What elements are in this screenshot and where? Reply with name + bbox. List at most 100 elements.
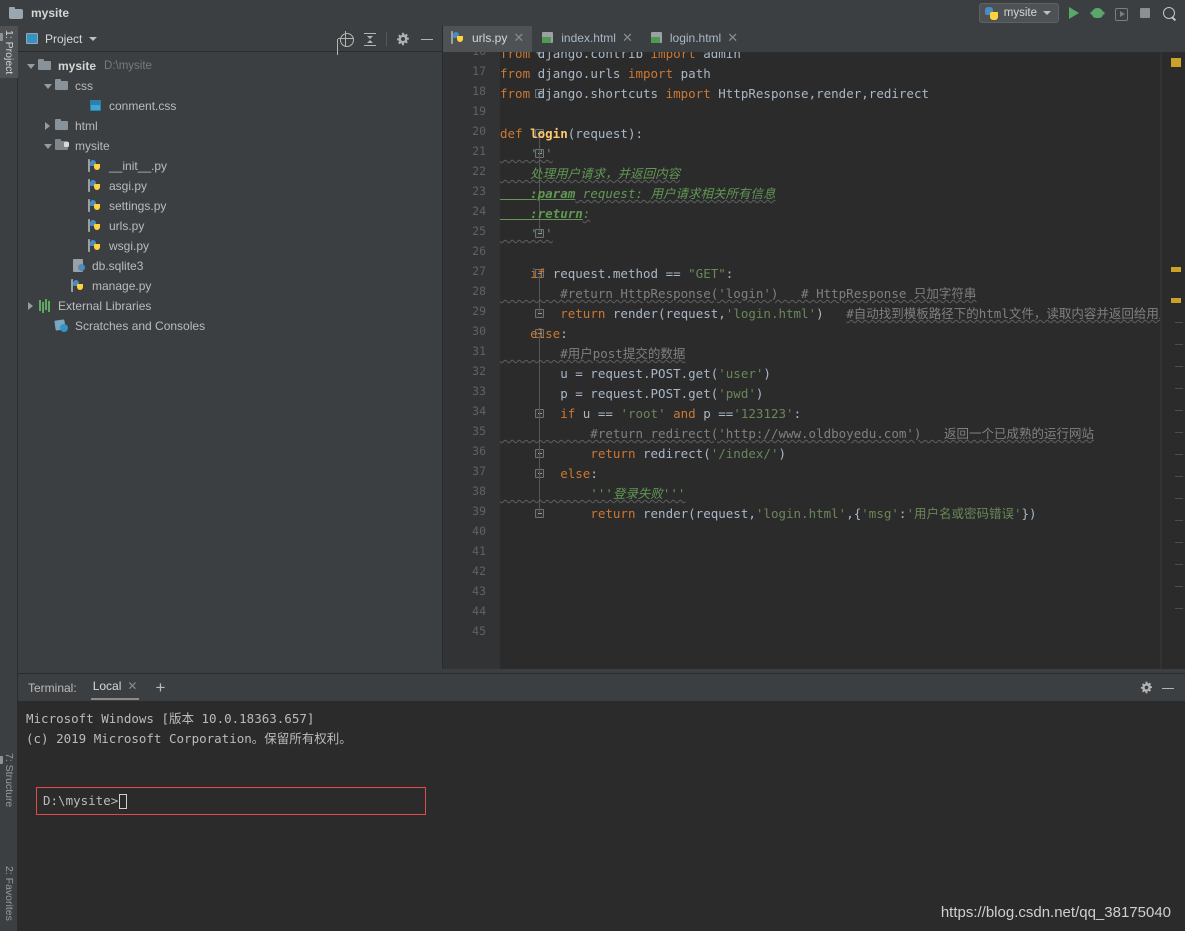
sidebar-tab-structure-label: 7: Structure — [3, 752, 15, 807]
marker-tick — [1175, 344, 1183, 345]
folder-icon — [37, 59, 53, 73]
chevron-down-icon[interactable] — [41, 84, 54, 89]
tree-item-css[interactable]: css — [18, 76, 442, 96]
code-token: login — [530, 126, 568, 141]
tree-item-mysite[interactable]: mysite D:\mysite — [18, 56, 442, 76]
code-token: #return HttpResponse('login') # HttpResp… — [500, 286, 977, 301]
code-folding-column[interactable] — [488, 52, 544, 673]
debug-button[interactable] — [1087, 3, 1107, 23]
editor-area: urls.py✕Hindex.html✕Hlogin.html✕ 1617181… — [443, 26, 1185, 673]
warning-marker[interactable] — [1171, 58, 1181, 67]
select-opened-file-button[interactable] — [335, 29, 357, 49]
editor-tab-label: login.html — [669, 31, 722, 45]
terminal-settings-button[interactable] — [1135, 678, 1157, 698]
chevron-down-icon[interactable] — [89, 36, 98, 41]
tree-item-manage-py[interactable]: manage.py — [18, 276, 442, 296]
terminal-toolbar — [1135, 678, 1185, 698]
code-token: "GET" — [688, 266, 726, 281]
tree-item-wsgi-py[interactable]: wsgi.py — [18, 236, 442, 256]
marker-tick — [1175, 322, 1183, 323]
python-file-icon — [88, 159, 104, 173]
tree-item-urls-py[interactable]: urls.py — [18, 216, 442, 236]
project-tool-window: Project mysite D:\mysite css conment.css htm… — [18, 26, 443, 673]
close-icon[interactable]: ✕ — [726, 31, 739, 44]
tree-item-mysite[interactable]: mysite — [18, 136, 442, 156]
code-content[interactable]: from django.contrib import admin from dja… — [500, 52, 1171, 673]
warning-marker[interactable] — [1171, 298, 1181, 303]
terminal-prompt-input[interactable]: D:\mysite> — [36, 787, 426, 815]
line-number: 45 — [472, 624, 486, 638]
chevron-down-icon[interactable] — [24, 64, 37, 69]
tree-item-db-sqlite3[interactable]: db.sqlite3 — [18, 256, 442, 276]
terminal-hide-button[interactable] — [1157, 678, 1179, 698]
code-token: 'root' — [620, 406, 674, 421]
line-number: 36 — [472, 444, 486, 458]
terminal-tab-local[interactable]: Local ✕ — [90, 675, 140, 700]
close-icon[interactable]: ✕ — [512, 31, 525, 44]
database-file-icon — [71, 259, 87, 273]
code-token: 'pwd' — [718, 386, 756, 401]
run-button[interactable] — [1063, 3, 1083, 23]
close-icon[interactable]: ✕ — [621, 31, 634, 44]
code-token: '/index/' — [710, 446, 779, 461]
code-line: return render(request,'login.html',{'msg… — [500, 504, 1036, 524]
warning-marker[interactable] — [1171, 267, 1181, 272]
terminal-output[interactable]: Microsoft Windows [版本 10.0.18363.657] (c… — [18, 701, 1185, 931]
editor-marker-bar[interactable] — [1161, 52, 1185, 673]
html-file-icon: H — [649, 31, 665, 45]
code-token: , — [808, 86, 817, 101]
line-number: 32 — [472, 364, 486, 378]
marker-tick — [1175, 366, 1183, 367]
hide-panel-button[interactable] — [416, 29, 438, 49]
stop-button[interactable] — [1135, 3, 1155, 23]
chevron-right-icon[interactable] — [41, 122, 54, 130]
run-configuration-selector[interactable]: mysite — [978, 3, 1059, 23]
sidebar-tab-structure[interactable]: 7: Structure — [0, 749, 18, 811]
chevron-right-icon[interactable] — [24, 302, 37, 310]
tree-item-label: html — [75, 119, 98, 133]
code-token: ''' — [500, 146, 553, 161]
code-token: , — [718, 306, 726, 321]
code-token: return — [560, 306, 613, 321]
gear-icon[interactable] — [392, 29, 414, 49]
plus-icon[interactable]: + — [155, 679, 165, 696]
python-file-icon — [88, 199, 104, 213]
tree-item-label: External Libraries — [58, 299, 152, 313]
sidebar-tab-favorites[interactable]: 2: Favorites — [0, 862, 18, 925]
tree-item-scratches-and-consoles[interactable]: Scratches and Consoles — [18, 316, 442, 336]
code-line: return redirect('/index/') — [500, 444, 786, 464]
code-editor[interactable]: 16 17 18 19 20 21 22 23 24 25 26 27 28 29 30 31 32 33 34 35… — [443, 52, 1185, 673]
project-tree: mysite D:\mysite css conment.css html mysite _… — [18, 52, 442, 336]
tree-item-external-libraries[interactable]: External Libraries — [18, 296, 442, 316]
marker-tick — [1175, 476, 1183, 477]
sidebar-tab-project[interactable]: 1: Project — [0, 26, 18, 79]
python-file-icon — [71, 279, 87, 293]
editor-tab-index-html[interactable]: Hindex.html ✕ — [532, 26, 641, 52]
editor-tab-login-html[interactable]: Hlogin.html ✕ — [641, 26, 746, 52]
code-line: else: — [500, 464, 598, 484]
code-token: , — [861, 86, 869, 101]
tree-item-html[interactable]: html — [18, 116, 442, 136]
run-configuration-label: mysite — [1003, 7, 1037, 19]
coverage-button[interactable] — [1111, 3, 1131, 23]
terminal-tool-window: Terminal: Local ✕ + Microsoft Windows [版… — [18, 673, 1185, 931]
code-token: p == — [703, 406, 734, 421]
tree-item-asgi-py[interactable]: asgi.py — [18, 176, 442, 196]
tree-item-conment-css[interactable]: conment.css — [18, 96, 442, 116]
close-icon[interactable]: ✕ — [127, 679, 137, 693]
editor-tab-urls-py[interactable]: urls.py ✕ — [443, 26, 533, 52]
line-number: 33 — [472, 384, 486, 398]
code-token: (request): — [567, 126, 644, 141]
code-token: admin — [703, 52, 741, 61]
tree-item-settings-py[interactable]: settings.py — [18, 196, 442, 216]
tree-item--init-py[interactable]: __init__.py — [18, 156, 442, 176]
code-token: 处理用户请求，并返回内容 — [500, 166, 681, 181]
module-folder-icon — [54, 139, 70, 153]
code-token: :param — [500, 186, 576, 201]
search-everywhere-button[interactable] — [1159, 3, 1179, 23]
line-number: 24 — [472, 204, 486, 218]
chevron-down-icon[interactable] — [41, 144, 54, 149]
collapse-all-button[interactable] — [359, 29, 381, 49]
